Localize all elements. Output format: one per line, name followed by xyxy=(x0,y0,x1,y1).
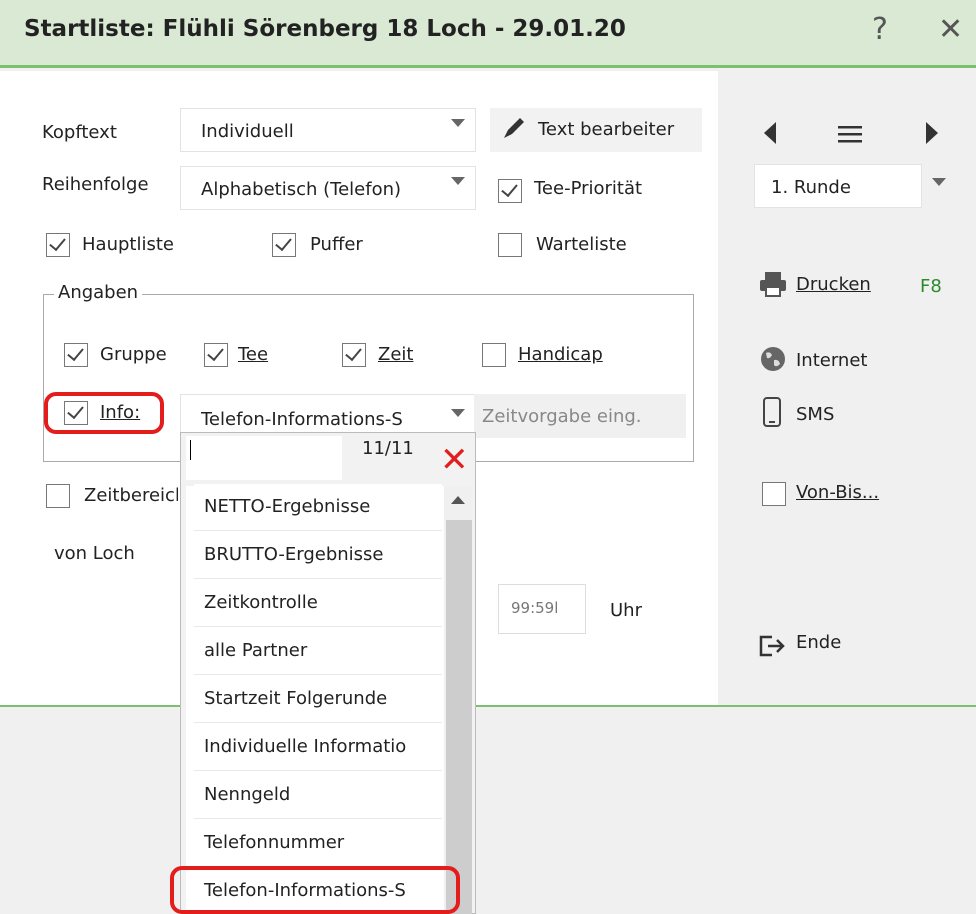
zeitvorgabe-input[interactable]: Zeitvorgabe eing. xyxy=(474,394,686,438)
zeit-label: Zeit xyxy=(378,344,414,365)
selected-item-highlight xyxy=(170,866,460,914)
help-button[interactable]: ? xyxy=(872,12,888,47)
zeitbereich-label: Zeitbereich xyxy=(84,485,178,506)
dropdown-item[interactable]: BRUTTO-Ergebnisse xyxy=(194,532,442,579)
handicap-label: Handicap xyxy=(518,344,603,365)
printer-icon xyxy=(760,272,786,297)
hauptliste-checkbox[interactable] xyxy=(46,233,70,257)
internet-button[interactable]: Internet xyxy=(796,350,867,371)
warteliste-checkbox[interactable] xyxy=(498,233,522,257)
reihenfolge-select[interactable]: Alphabetisch (Telefon) xyxy=(180,166,476,210)
handicap-checkbox[interactable] xyxy=(482,343,506,367)
scrollbar-thumb[interactable] xyxy=(446,520,472,914)
zeitvorgabe-placeholder: Zeitvorgabe eing. xyxy=(482,406,642,427)
runde-select[interactable]: 1. Runde xyxy=(754,164,922,208)
gruppe-label: Gruppe xyxy=(100,344,167,365)
dropdown-item[interactable]: Nenngeld xyxy=(194,772,442,819)
angaben-legend: Angaben xyxy=(54,282,143,303)
prev-arrow-icon[interactable] xyxy=(764,122,776,144)
info-checkbox[interactable] xyxy=(64,401,88,425)
info-select[interactable]: Telefon-Informations-S xyxy=(180,394,476,436)
dropdown-item[interactable]: Zeitkontrolle xyxy=(194,580,442,627)
chevron-down-icon xyxy=(451,177,465,185)
globe-icon xyxy=(761,347,785,371)
reihenfolge-label: Reihenfolge xyxy=(42,174,149,195)
info-value: Telefon-Informations-S xyxy=(201,409,403,430)
mobile-phone-icon xyxy=(763,397,781,427)
zeit-checkbox[interactable] xyxy=(342,343,366,367)
kopftext-select[interactable]: Individuell xyxy=(180,108,476,152)
chevron-down-icon[interactable] xyxy=(932,178,946,186)
drucken-shortcut: F8 xyxy=(920,276,942,297)
dropdown-item[interactable]: NETTO-Ergebnisse xyxy=(194,484,442,531)
time-value: 99:59l xyxy=(511,599,559,617)
warteliste-label: Warteliste xyxy=(536,234,627,255)
text-bearbeiten-label: Text bearbeiter xyxy=(538,119,675,140)
tee-label: Tee xyxy=(238,344,269,365)
dropdown-item[interactable]: Individuelle Informatio xyxy=(194,724,442,771)
dropdown-counter: 11/11 xyxy=(362,438,414,459)
puffer-checkbox[interactable] xyxy=(272,233,296,257)
gruppe-checkbox[interactable] xyxy=(64,343,88,367)
zeitbereich-checkbox[interactable] xyxy=(46,484,70,508)
time-input[interactable]: 99:59l xyxy=(498,584,586,634)
kopftext-value: Individuell xyxy=(201,121,294,142)
hauptliste-label: Hauptliste xyxy=(82,234,174,255)
drucken-button[interactable]: Drucken xyxy=(796,274,871,295)
chevron-down-icon xyxy=(451,409,465,417)
window-title: Startliste: Flühli Sörenberg 18 Loch - 2… xyxy=(24,16,626,42)
text-caret xyxy=(190,440,191,460)
dropdown-item[interactable]: Telefonnummer xyxy=(194,820,442,867)
dropdown-item[interactable]: alle Partner xyxy=(194,628,442,675)
dropdown-search-input[interactable] xyxy=(186,436,342,480)
reihenfolge-value: Alphabetisch (Telefon) xyxy=(201,179,402,200)
sms-button[interactable]: SMS xyxy=(796,404,834,425)
text-bearbeiten-button[interactable]: Text bearbeiter xyxy=(490,108,702,152)
menu-icon[interactable] xyxy=(838,124,862,144)
von-bis-checkbox[interactable] xyxy=(762,482,786,506)
next-arrow-icon[interactable] xyxy=(926,122,938,144)
chevron-down-icon xyxy=(451,119,465,127)
bottom-area xyxy=(0,705,976,914)
runde-value: 1. Runde xyxy=(771,177,851,198)
puffer-label: Puffer xyxy=(310,234,363,255)
dropdown-item[interactable]: Startzeit Folgerunde xyxy=(194,676,442,723)
scroll-up-icon[interactable] xyxy=(451,496,465,504)
ende-button[interactable]: Ende xyxy=(796,632,841,653)
pencil-icon xyxy=(504,118,524,138)
exit-icon xyxy=(759,635,785,657)
tee-prioritaet-checkbox[interactable] xyxy=(498,179,522,203)
tee-checkbox[interactable] xyxy=(204,343,228,367)
uhr-label: Uhr xyxy=(610,600,642,621)
von-bis-label: Von-Bis... xyxy=(796,482,880,503)
close-button[interactable]: ✕ xyxy=(938,12,963,47)
clear-search-icon[interactable]: ✕ xyxy=(440,438,469,482)
info-label: Info: xyxy=(100,402,141,423)
von-loch-label: von Loch xyxy=(54,543,135,564)
tee-prioritaet-label: Tee-Priorität xyxy=(534,178,643,199)
kopftext-label: Kopftext xyxy=(42,122,117,143)
